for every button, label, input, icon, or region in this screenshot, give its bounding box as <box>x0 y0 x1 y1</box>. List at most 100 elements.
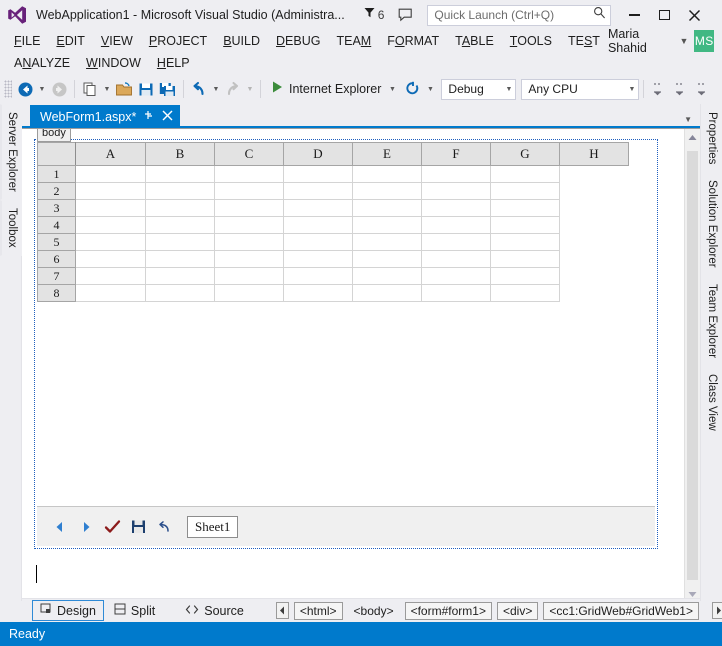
cell-a1[interactable] <box>75 165 146 183</box>
tag-chip-body[interactable]: <body> <box>348 602 400 620</box>
gridweb-control[interactable]: A B C D E F G H 1 2 3 4 5 6 7 8 Sheet1 <box>37 142 655 546</box>
cell-b3[interactable] <box>145 199 215 217</box>
notifications-button[interactable]: 6 <box>363 6 384 24</box>
cell-h4[interactable] <box>560 217 629 234</box>
cell-d2[interactable] <box>283 182 353 200</box>
cell-g6[interactable] <box>490 250 560 268</box>
cell-e5[interactable] <box>352 233 422 251</box>
cell-a4[interactable] <box>75 216 146 234</box>
menu-table[interactable]: TABLE <box>447 32 502 50</box>
maximize-button[interactable] <box>649 1 679 29</box>
cell-b7[interactable] <box>145 267 215 285</box>
cell-c5[interactable] <box>214 233 284 251</box>
redo-dropdown[interactable]: ▼ <box>244 77 256 101</box>
start-debug-button[interactable]: Internet Explorer ▼ <box>265 77 402 101</box>
menu-build[interactable]: BUILD <box>215 32 268 50</box>
search-magnifier-icon[interactable] <box>593 6 606 24</box>
cell-b2[interactable] <box>145 182 215 200</box>
configuration-combo[interactable]: Debug ▼ <box>441 78 517 100</box>
align-icon-3[interactable] <box>692 77 714 101</box>
menu-debug[interactable]: DEBUG <box>268 32 328 50</box>
cell-e4[interactable] <box>352 216 422 234</box>
cell-h8[interactable] <box>560 285 629 302</box>
previous-sheet-arrow-icon[interactable] <box>47 514 73 540</box>
select-all-corner[interactable] <box>37 142 76 166</box>
menu-tools[interactable]: TOOLS <box>502 32 560 50</box>
cell-g8[interactable] <box>490 284 560 302</box>
tag-nav-left-icon[interactable] <box>275 602 289 619</box>
new-item-dropdown[interactable]: ▼ <box>101 77 113 101</box>
column-header-d[interactable]: D <box>283 142 353 166</box>
split-view-button[interactable]: Split <box>106 600 163 621</box>
cell-a6[interactable] <box>75 250 146 268</box>
scroll-up-arrow-icon[interactable] <box>685 129 700 145</box>
pin-icon[interactable] <box>143 108 155 126</box>
cell-f1[interactable] <box>421 165 491 183</box>
cell-c2[interactable] <box>214 182 284 200</box>
design-view-button[interactable]: Design <box>32 600 104 621</box>
cell-g1[interactable] <box>490 165 560 183</box>
cell-a8[interactable] <box>75 284 146 302</box>
menu-file[interactable]: FILE <box>6 32 48 50</box>
cell-f6[interactable] <box>421 250 491 268</box>
cell-h3[interactable] <box>560 200 629 217</box>
cell-g7[interactable] <box>490 267 560 285</box>
toolbar-grip[interactable] <box>4 80 12 98</box>
cell-a2[interactable] <box>75 182 146 200</box>
cell-e1[interactable] <box>352 165 422 183</box>
sidebar-item-solution-explorer[interactable]: Solution Explorer <box>701 172 722 276</box>
sidebar-item-class-view[interactable]: Class View <box>701 366 722 439</box>
close-x-icon[interactable] <box>162 108 173 126</box>
source-view-button[interactable]: Source <box>177 601 252 621</box>
row-header-8[interactable]: 8 <box>37 284 76 302</box>
menu-view[interactable]: VIEW <box>93 32 141 50</box>
navigate-back-icon[interactable] <box>14 77 36 101</box>
tag-chip-gridweb[interactable]: <cc1:GridWeb#GridWeb1> <box>543 601 699 620</box>
cell-b8[interactable] <box>145 284 215 302</box>
open-file-icon[interactable] <box>113 77 135 101</box>
menu-edit[interactable]: EDIT <box>48 32 92 50</box>
confirm-checkmark-icon[interactable] <box>99 514 125 540</box>
tag-chip-html[interactable]: <html> <box>293 601 343 620</box>
cell-f7[interactable] <box>421 267 491 285</box>
chevron-down-icon[interactable]: ▼ <box>680 36 689 46</box>
undo-dropdown[interactable]: ▼ <box>210 77 222 101</box>
cell-c8[interactable] <box>214 284 284 302</box>
row-header-2[interactable]: 2 <box>37 182 76 200</box>
cell-b5[interactable] <box>145 233 215 251</box>
save-all-icon[interactable] <box>157 77 179 101</box>
cell-c7[interactable] <box>214 267 284 285</box>
menu-analyze[interactable]: ANALYZE <box>6 54 78 72</box>
cell-e6[interactable] <box>352 250 422 268</box>
row-header-4[interactable]: 4 <box>37 216 76 234</box>
refresh-icon[interactable] <box>402 77 424 101</box>
cell-g5[interactable] <box>490 233 560 251</box>
column-header-b[interactable]: B <box>145 142 215 166</box>
cell-f8[interactable] <box>421 284 491 302</box>
cell-c3[interactable] <box>214 199 284 217</box>
cell-d8[interactable] <box>283 284 353 302</box>
cell-b4[interactable] <box>145 216 215 234</box>
cell-a7[interactable] <box>75 267 146 285</box>
chevron-down-icon[interactable]: ▼ <box>622 86 635 93</box>
column-header-h[interactable]: H <box>559 142 629 166</box>
cell-h2[interactable] <box>560 183 629 200</box>
platform-combo[interactable]: Any CPU ▼ <box>521 78 640 100</box>
cell-d5[interactable] <box>283 233 353 251</box>
cell-f4[interactable] <box>421 216 491 234</box>
menu-team[interactable]: TEAM <box>328 32 379 50</box>
cell-d7[interactable] <box>283 267 353 285</box>
row-header-3[interactable]: 3 <box>37 199 76 217</box>
cell-d1[interactable] <box>283 165 353 183</box>
column-header-e[interactable]: E <box>352 142 422 166</box>
new-item-icon[interactable] <box>79 77 101 101</box>
column-header-g[interactable]: G <box>490 142 560 166</box>
align-icon-1[interactable] <box>648 77 670 101</box>
cell-e2[interactable] <box>352 182 422 200</box>
user-account-area[interactable]: Maria Shahid ▼ MS <box>608 27 716 55</box>
tag-chip-div[interactable]: <div> <box>496 601 539 620</box>
chevron-down-icon[interactable]: ▼ <box>499 86 512 93</box>
refresh-dropdown[interactable]: ▼ <box>424 77 436 101</box>
cell-b6[interactable] <box>145 250 215 268</box>
menu-window[interactable]: WINDOW <box>78 54 149 72</box>
